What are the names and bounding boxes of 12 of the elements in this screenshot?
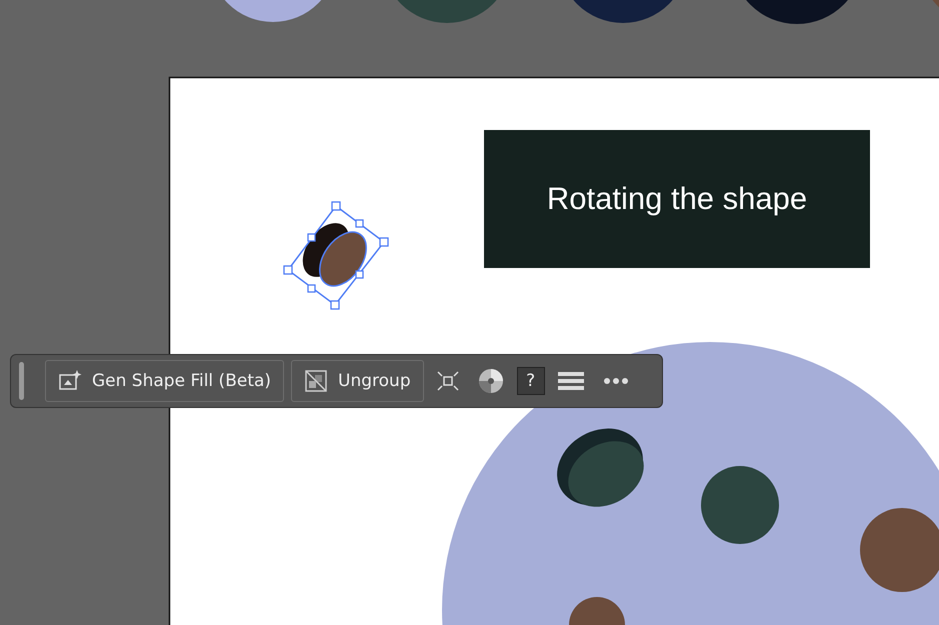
menu-icon[interactable] <box>558 371 584 391</box>
sparkle-frame-icon <box>58 370 82 392</box>
ungroup-button[interactable]: Ungroup <box>291 360 424 402</box>
help-button[interactable]: ? <box>516 367 545 395</box>
more-options-icon[interactable] <box>602 377 629 385</box>
gen-shape-fill-button[interactable]: Gen Shape Fill (Beta) <box>45 360 284 402</box>
fit-to-selection-icon[interactable] <box>436 371 459 391</box>
ungroup-icon <box>304 369 328 393</box>
drag-handle[interactable] <box>19 362 24 400</box>
selected-shape-drawing[interactable] <box>283 201 389 310</box>
color-wheel-icon[interactable] <box>478 368 504 394</box>
caption-text: Rotating the shape <box>546 181 808 217</box>
